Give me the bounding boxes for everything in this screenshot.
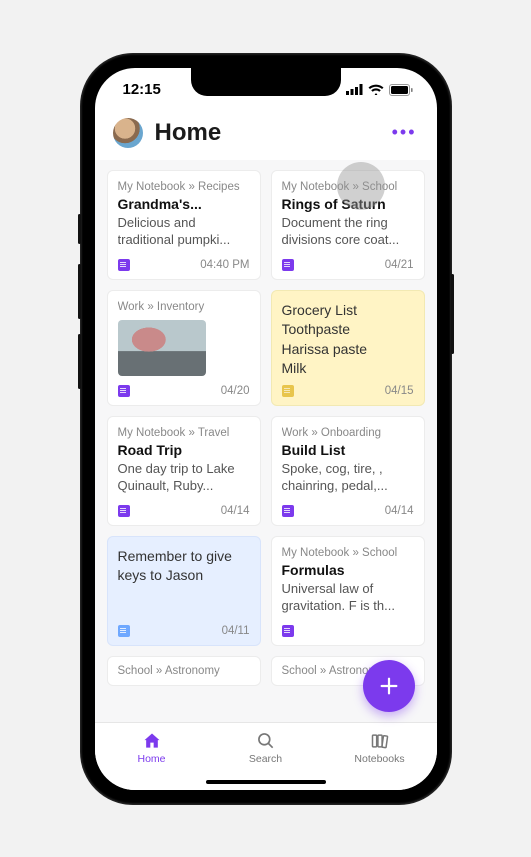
- note-card[interactable]: My Notebook » School Rings of SaturnDocum…: [271, 170, 425, 280]
- note-footer: 04/15: [282, 379, 414, 397]
- note-title: Build List: [282, 442, 414, 460]
- tab-notebooks[interactable]: Notebooks: [340, 731, 420, 765]
- side-button: [78, 334, 81, 389]
- note-title: Grandma's...: [118, 196, 250, 214]
- note-footer: 04/14: [282, 499, 414, 517]
- breadcrumb: My Notebook » Travel: [118, 427, 250, 439]
- breadcrumb: Work » Inventory: [118, 301, 250, 313]
- note-timestamp: 04/14: [385, 505, 414, 517]
- note-type-icon: [282, 385, 294, 397]
- note-timestamp: 04/11: [222, 625, 250, 637]
- screen: 12:15 Home ••• My Notebook » Recipes Gran…: [95, 68, 437, 790]
- tab-label: Notebooks: [354, 753, 404, 765]
- page-title: Home: [155, 119, 378, 147]
- note-thumbnail: [118, 320, 206, 376]
- breadcrumb: My Notebook » School: [282, 181, 414, 193]
- status-icons: [346, 84, 413, 96]
- note-footer: 04/14: [118, 499, 250, 517]
- note-title: Road Trip: [118, 442, 250, 460]
- note-type-icon: [282, 625, 294, 637]
- tab-label: Home: [137, 753, 165, 765]
- note-timestamp: 04/21: [385, 259, 414, 271]
- notebooks-icon: [370, 731, 390, 751]
- wifi-icon: [368, 84, 384, 95]
- note-timestamp: 04/20: [221, 385, 250, 397]
- note-type-icon: [118, 259, 130, 271]
- note-footer: 04/20: [118, 379, 250, 397]
- plus-icon: [378, 675, 400, 697]
- more-button[interactable]: •••: [390, 118, 419, 147]
- note-footer: 04/11: [118, 619, 250, 637]
- note-type-icon: [282, 505, 294, 517]
- breadcrumb: School » Astronomy: [118, 665, 250, 677]
- note-body: Remember to give keys to Jason: [118, 547, 250, 586]
- cellular-icon: [346, 84, 363, 95]
- note-card[interactable]: Grocery List Toothpaste Harissa paste Mi…: [271, 290, 425, 406]
- note-timestamp: 04/15: [385, 385, 414, 397]
- note-timestamp: 04:40 PM: [200, 259, 249, 271]
- note-card[interactable]: Remember to give keys to Jason 04/11: [107, 536, 261, 646]
- note-type-icon: [118, 625, 130, 637]
- note-card[interactable]: School » Astronomy: [107, 656, 261, 686]
- side-button: [78, 214, 81, 244]
- note-card[interactable]: Work » Inventory 04/20: [107, 290, 261, 406]
- status-time: 12:15: [123, 81, 161, 98]
- note-body: Document the ring divisions core coat...: [282, 215, 414, 249]
- note-body: Delicious and traditional pumpki...: [118, 215, 250, 249]
- breadcrumb: My Notebook » School: [282, 547, 414, 559]
- phone-frame: 12:15 Home ••• My Notebook » Recipes Gran…: [81, 54, 451, 804]
- tab-search[interactable]: Search: [226, 731, 306, 765]
- note-card[interactable]: My Notebook » Recipes Grandma's...Delicio…: [107, 170, 261, 280]
- note-footer: [282, 619, 414, 637]
- notch: [191, 68, 341, 96]
- breadcrumb: My Notebook » Recipes: [118, 181, 250, 193]
- note-body: Universal law of gravitation. F is th...: [282, 581, 414, 615]
- home-icon: [142, 731, 162, 751]
- notes-grid: My Notebook » Recipes Grandma's...Delicio…: [107, 170, 425, 686]
- home-indicator[interactable]: [206, 780, 326, 784]
- note-title: Rings of Saturn: [282, 196, 414, 214]
- content-area[interactable]: My Notebook » Recipes Grandma's...Delicio…: [95, 160, 437, 722]
- note-card[interactable]: My Notebook » School FormulasUniversal la…: [271, 536, 425, 646]
- battery-icon: [389, 84, 413, 96]
- note-type-icon: [282, 259, 294, 271]
- new-note-fab[interactable]: [363, 660, 415, 712]
- tab-label: Search: [249, 753, 282, 765]
- note-title: Formulas: [282, 562, 414, 580]
- note-footer: 04:40 PM: [118, 253, 250, 271]
- note-body: Grocery List Toothpaste Harissa paste Mi…: [282, 301, 414, 379]
- note-footer: 04/21: [282, 253, 414, 271]
- side-button: [78, 264, 81, 319]
- tab-home[interactable]: Home: [112, 731, 192, 765]
- search-icon: [256, 731, 276, 751]
- note-body: One day trip to Lake Quinault, Ruby...: [118, 461, 250, 495]
- note-type-icon: [118, 505, 130, 517]
- breadcrumb: Work » Onboarding: [282, 427, 414, 439]
- avatar[interactable]: [113, 118, 143, 148]
- note-body: Spoke, cog, tire, , chainring, pedal,...: [282, 461, 414, 495]
- header: Home •••: [95, 112, 437, 160]
- note-type-icon: [118, 385, 130, 397]
- side-button: [451, 274, 454, 354]
- note-timestamp: 04/14: [221, 505, 250, 517]
- note-card[interactable]: My Notebook » Travel Road TripOne day tri…: [107, 416, 261, 526]
- note-card[interactable]: Work » Onboarding Build ListSpoke, cog, t…: [271, 416, 425, 526]
